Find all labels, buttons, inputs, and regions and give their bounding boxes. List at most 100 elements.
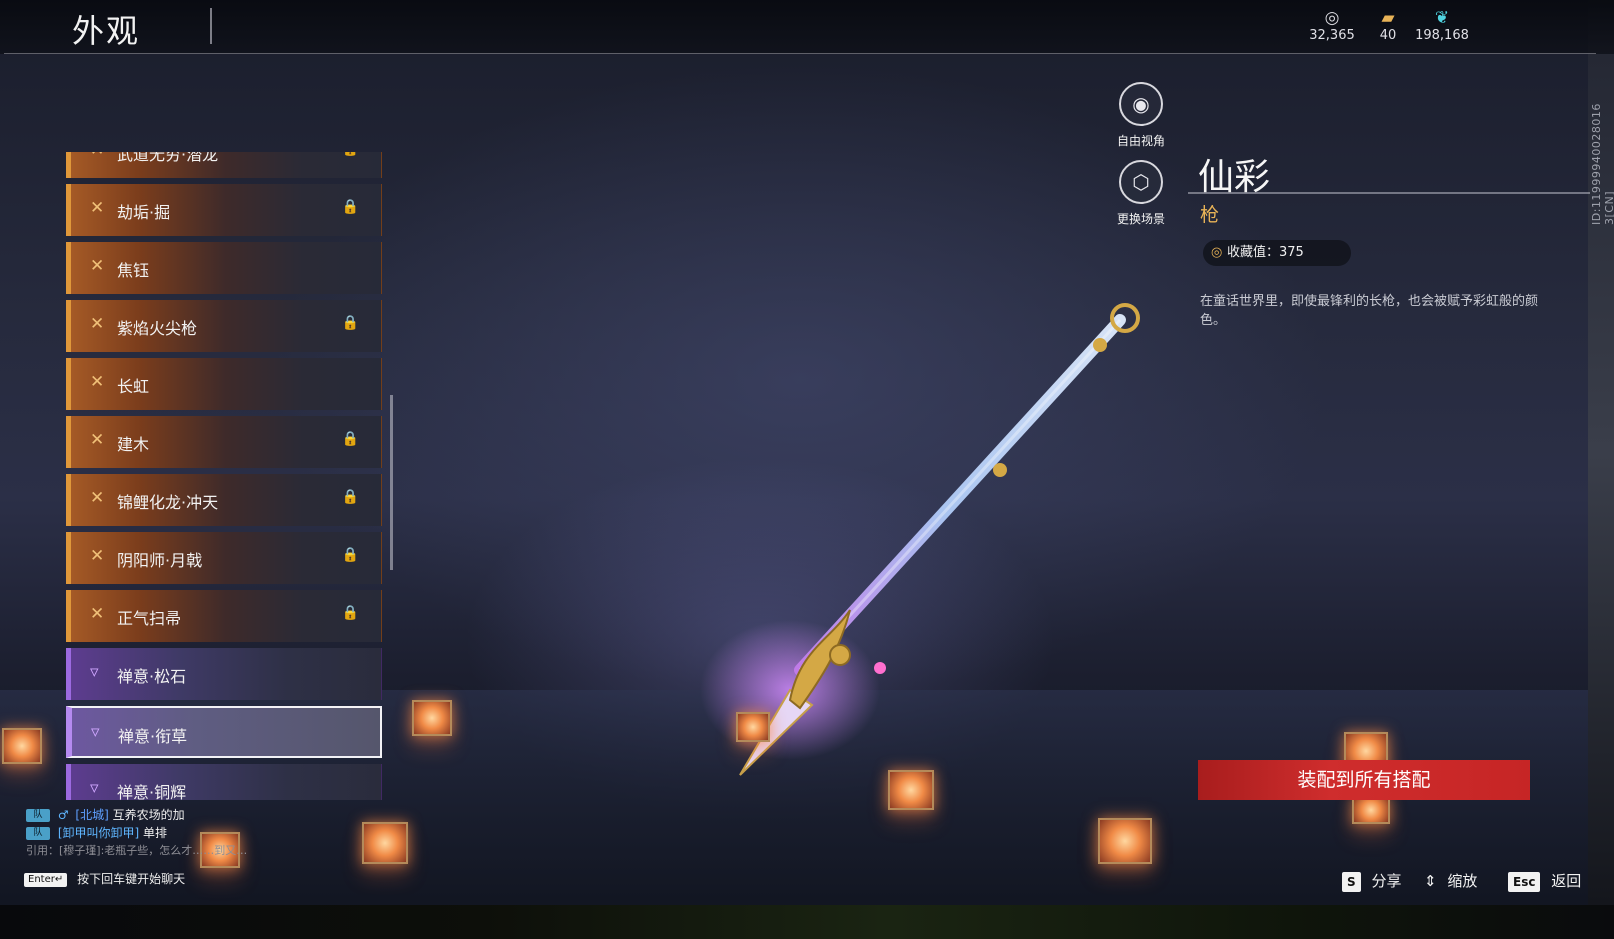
currency-feather: ❦ 198,168	[1410, 8, 1474, 43]
list-item[interactable]: ✕ 劫垢·掘 🔒	[66, 184, 382, 236]
list-item-label: 紫焰火尖枪	[117, 319, 198, 338]
list-item-label: 焦钰	[117, 261, 150, 280]
orange-rarity-icon: ✕	[90, 372, 105, 392]
lantern	[2, 728, 42, 764]
chat-enter-hint: 按下回车键开始聊天	[77, 872, 186, 886]
bottom-strip	[0, 905, 1614, 939]
list-item[interactable]: ✕ 武道无穷·潜龙 🔒	[66, 152, 382, 178]
collection-icon: ◎	[1211, 245, 1223, 260]
orange-rarity-icon: ✕	[90, 430, 105, 450]
equip-all-button[interactable]: 装配到所有搭配	[1198, 760, 1530, 800]
lock-icon: 🔒	[341, 489, 359, 505]
lock-icon: 🔒	[341, 315, 359, 331]
item-description: 在童话世界里，即使最锋利的长枪，也会被赋予彩虹般的颜色。	[1200, 294, 1539, 328]
orange-rarity-icon: ✕	[90, 546, 105, 566]
orange-rarity-icon: ✕	[90, 488, 105, 508]
currency-value: 40	[1379, 28, 1397, 43]
list-item-label: 建木	[117, 435, 150, 454]
currency-shell: ◎ 32,365	[1300, 8, 1364, 43]
top-bar-line	[4, 53, 1596, 54]
orange-rarity-icon: ✕	[90, 256, 105, 276]
chat-text: 互养农场的加	[112, 808, 185, 822]
chat-message: 队 ♂ [北城] 互养农场的加	[26, 806, 326, 824]
collect-value-badge: ◎ 收藏值：375	[1203, 240, 1351, 266]
s-key-icon: S	[1342, 871, 1361, 892]
list-item-label: 正气扫帚	[117, 609, 182, 628]
chat-input-hint[interactable]: Enter↵ 按下回车键开始聊天	[24, 870, 185, 887]
lock-icon: 🔒	[342, 152, 359, 157]
share-hotkey[interactable]: S 分享	[1342, 870, 1401, 892]
top-bar: 外观 ◎ 32,365 ▰ 40 ❦ 198,168	[0, 0, 1614, 54]
list-item[interactable]: ✕ 焦钰	[66, 242, 382, 294]
detail-divider	[1188, 192, 1590, 194]
chat-channel: [北城]	[75, 808, 109, 822]
chat-panel[interactable]: 队 ♂ [北城] 互养农场的加 队 [卸甲叫你卸甲] 单排 引用：[穆子瑾]:老…	[26, 806, 326, 860]
lantern	[888, 770, 934, 810]
lock-icon: 🔒	[341, 431, 359, 447]
free-view-label: 自由视角	[1116, 134, 1165, 148]
chat-text: 单排	[143, 826, 168, 840]
list-item[interactable]: ✕ 建木 🔒	[66, 416, 382, 468]
page-title: 外观	[72, 12, 141, 50]
orange-rarity-icon: ✕	[90, 152, 104, 160]
team-chat-icon: 队	[26, 827, 50, 840]
zoom-label: 缩放	[1447, 872, 1478, 890]
lantern	[362, 822, 408, 864]
enter-key-icon: Enter↵	[24, 872, 68, 887]
list-item-label: 长虹	[117, 377, 150, 396]
free-view-button[interactable]: ◉ 自由视角	[1101, 82, 1181, 149]
lantern	[1352, 796, 1390, 824]
orange-rarity-icon: ✕	[90, 314, 105, 334]
list-item[interactable]: ✕ 正气扫帚 🔒	[66, 590, 382, 642]
list-item[interactable]: ✕ 紫焰火尖枪 🔒	[66, 300, 382, 352]
list-item-label: 劫垢·掘	[117, 203, 171, 222]
list-item-label: 禅意·衔草	[118, 727, 188, 746]
currency-value: 198,168	[1415, 28, 1469, 43]
item-type: 枪	[1200, 204, 1220, 226]
list-item[interactable]: ▿ 禅意·松石	[66, 648, 382, 700]
camera-icon: ◉	[1119, 82, 1163, 126]
chat-message: 队 [卸甲叫你卸甲] 单排	[26, 824, 326, 842]
appearance-list[interactable]: ✕ 武道无穷·潜龙 🔒 ✕ 劫垢·掘 🔒 ✕ 焦钰 ✕ 紫焰火尖枪 🔒 ✕ 长虹…	[66, 152, 384, 800]
lantern	[736, 712, 770, 742]
purple-rarity-icon: ▿	[90, 778, 99, 798]
change-scene-button[interactable]: ⬡ 更换场景	[1101, 160, 1181, 227]
cube-icon: ⬡	[1119, 160, 1163, 204]
lock-icon: 🔒	[341, 547, 359, 563]
list-item-selected[interactable]: ▿ 禅意·衔草	[66, 706, 382, 758]
list-item[interactable]: ✕ 锦鲤化龙·冲天 🔒	[66, 474, 382, 526]
list-item[interactable]: ✕ 长虹	[66, 358, 382, 410]
player-id: ID:11999940028016 3[CN]	[1590, 103, 1614, 225]
list-item[interactable]: ✕ 阴阳师·月戟 🔒	[66, 532, 382, 584]
share-label: 分享	[1371, 872, 1402, 890]
chat-quote: 引用：[穆子瑾]:老瓶子些，怎么才……到又…	[26, 844, 248, 857]
shell-currency-icon: ◎	[1324, 8, 1340, 28]
list-item-label: 锦鲤化龙·冲天	[117, 493, 219, 512]
male-icon: ♂	[57, 808, 69, 822]
currency-value: 32,365	[1309, 28, 1355, 43]
lock-icon: 🔒	[341, 605, 359, 621]
list-scrollbar[interactable]	[390, 395, 393, 570]
title-divider	[210, 8, 212, 44]
collect-value: 收藏值：375	[1227, 245, 1304, 260]
zoom-icon: ⇕	[1424, 872, 1437, 890]
purple-rarity-icon: ▿	[91, 722, 100, 742]
chat-sender[interactable]: [卸甲叫你卸甲]	[58, 826, 139, 840]
list-item-label: 禅意·松石	[117, 667, 187, 686]
orange-rarity-icon: ✕	[90, 604, 105, 624]
lantern	[412, 700, 452, 736]
back-hotkey[interactable]: Esc 返回	[1508, 870, 1581, 892]
list-item-label: 阴阳师·月戟	[117, 551, 203, 570]
change-scene-label: 更换场景	[1116, 212, 1165, 226]
back-label: 返回	[1551, 872, 1582, 890]
lock-icon: 🔒	[341, 199, 359, 215]
orange-rarity-icon: ✕	[90, 198, 105, 218]
team-chat-icon: 队	[26, 809, 50, 822]
list-item[interactable]: ▿ 禅意·铜辉	[66, 764, 382, 800]
esc-key-icon: Esc	[1508, 871, 1541, 892]
zoom-hotkey[interactable]: ⇕ 缩放	[1424, 870, 1477, 891]
list-item-label: 武道无穷·潜龙	[117, 152, 219, 164]
purple-rarity-icon: ▿	[90, 662, 99, 682]
list-item-label: 禅意·铜辉	[117, 783, 187, 800]
feather-currency-icon: ❦	[1434, 8, 1450, 28]
